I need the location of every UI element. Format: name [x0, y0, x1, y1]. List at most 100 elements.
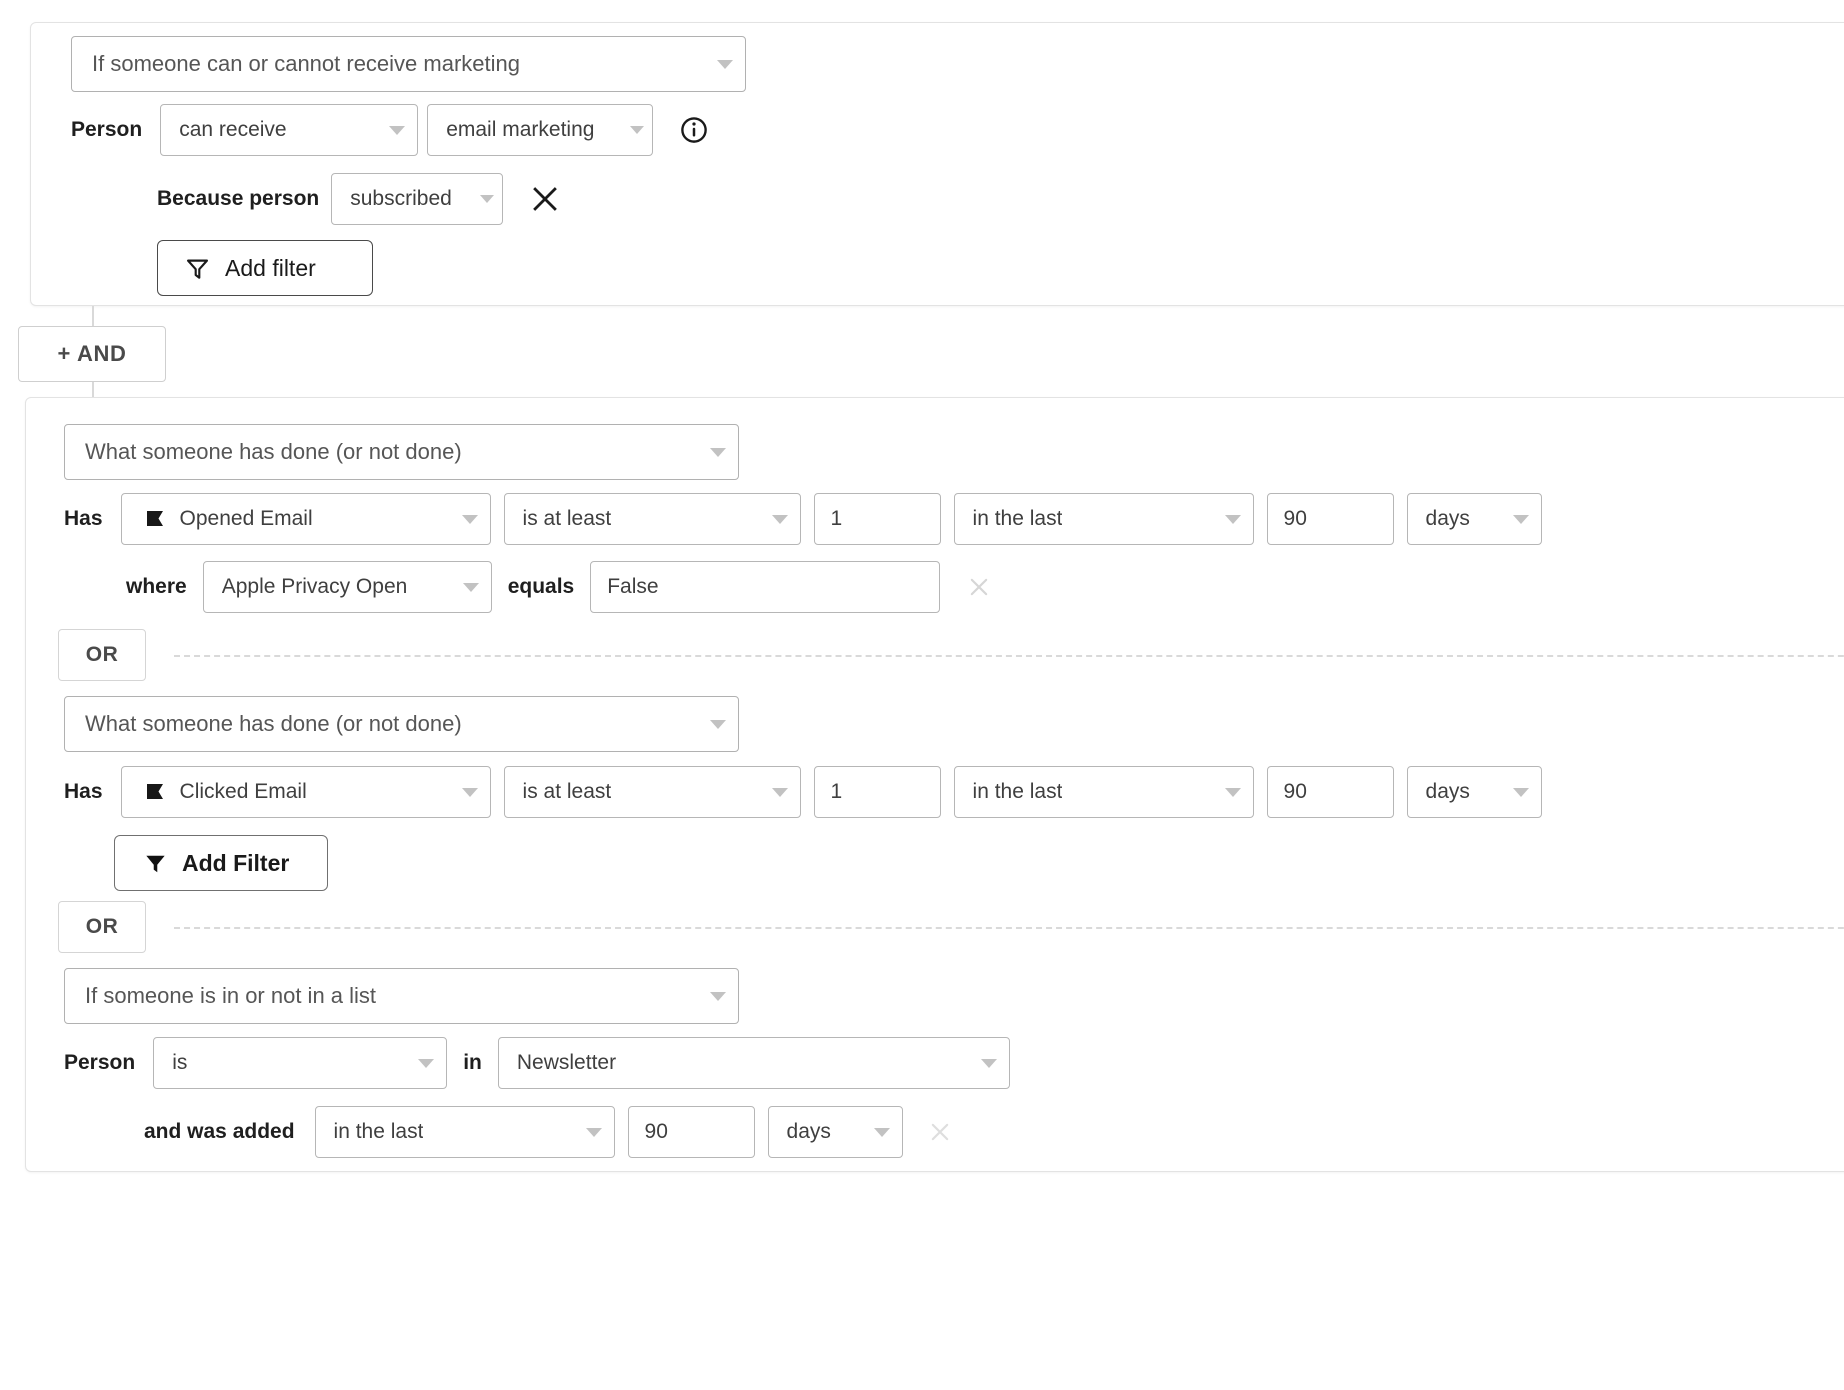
close-x-icon[interactable]: [966, 574, 992, 600]
timeframe-value-1: in the last: [973, 507, 1063, 531]
duration-input-2[interactable]: 90: [1267, 766, 1394, 818]
chevron-down-icon: [710, 448, 726, 457]
membership-value: is: [172, 1051, 187, 1075]
added-timeframe-value: in the last: [334, 1120, 424, 1144]
or-label-2: OR: [86, 915, 119, 939]
chevron-down-icon: [874, 1128, 890, 1137]
operator-select-1[interactable]: is at least: [504, 493, 801, 545]
condition-type-value-4: If someone is in or not in a list: [85, 983, 376, 1009]
reason-row: Because person subscribed: [157, 173, 561, 225]
list-name-value: Newsletter: [517, 1051, 616, 1075]
info-circle-icon[interactable]: [679, 115, 709, 145]
chevron-down-icon: [1225, 788, 1241, 797]
condition-type-select-1[interactable]: If someone can or cannot receive marketi…: [71, 36, 746, 92]
add-and-group-button[interactable]: + AND: [18, 326, 166, 382]
property-filter-row-1: where Apple Privacy Open equals False: [126, 561, 992, 613]
condition-type-select-2[interactable]: What someone has done (or not done): [64, 424, 739, 480]
chevron-down-icon: [772, 788, 788, 797]
reason-value: subscribed: [350, 187, 452, 211]
condition-type-value-3: What someone has done (or not done): [85, 711, 462, 737]
flag-metric-icon: [144, 781, 166, 803]
count-input-1[interactable]: 1: [814, 493, 941, 545]
flag-metric-icon: [144, 508, 166, 530]
chevron-down-icon: [1513, 515, 1529, 524]
unit-select-2[interactable]: days: [1407, 766, 1542, 818]
timeframe-select-1[interactable]: in the last: [954, 493, 1254, 545]
and-was-added-label: and was added: [144, 1120, 295, 1144]
person-label: Person: [71, 118, 142, 142]
added-timeframe-row: and was added in the last 90 days: [144, 1106, 953, 1158]
unit-value-2: days: [1426, 780, 1470, 804]
has-label-1: Has: [64, 507, 103, 531]
person-label-2: Person: [64, 1051, 135, 1075]
property-value-input[interactable]: False: [590, 561, 940, 613]
connector-line-top: [92, 306, 94, 326]
reason-select[interactable]: subscribed: [331, 173, 503, 225]
because-person-label: Because person: [157, 187, 319, 211]
chevron-down-icon: [710, 720, 726, 729]
condition-type-value-1: If someone can or cannot receive marketi…: [92, 51, 520, 77]
or-separator-button-2[interactable]: OR: [58, 901, 146, 953]
added-timeframe-select[interactable]: in the last: [315, 1106, 615, 1158]
added-duration-value: 90: [645, 1120, 668, 1144]
metric-select-2[interactable]: Clicked Email: [121, 766, 491, 818]
chevron-down-icon: [462, 515, 478, 524]
channel-select[interactable]: email marketing: [427, 104, 653, 156]
condition-type-value-2: What someone has done (or not done): [85, 439, 462, 465]
close-x-icon[interactable]: [927, 1119, 953, 1145]
chevron-down-icon: [1225, 515, 1241, 524]
metric-value-1: Opened Email: [180, 507, 313, 531]
or-separator-button-1[interactable]: OR: [58, 629, 146, 681]
operator-select-2[interactable]: is at least: [504, 766, 801, 818]
permission-select[interactable]: can receive: [160, 104, 418, 156]
permission-value: can receive: [179, 118, 286, 142]
count-value-2: 1: [831, 780, 843, 804]
chevron-down-icon: [710, 992, 726, 1001]
metric-value-2: Clicked Email: [180, 780, 307, 804]
add-filter-label-1: Add filter: [225, 255, 316, 282]
property-select[interactable]: Apple Privacy Open: [203, 561, 492, 613]
metric-row-clicked-email: Has Clicked Email is at least 1: [64, 766, 1542, 818]
membership-select[interactable]: is: [153, 1037, 447, 1089]
has-label-2: Has: [64, 780, 103, 804]
add-filter-label-2: Add Filter: [182, 850, 289, 877]
metric-select-1[interactable]: Opened Email: [121, 493, 491, 545]
metric-row-opened-email: Has Opened Email is at least 1: [64, 493, 1542, 545]
unit-value-1: days: [1426, 507, 1470, 531]
list-membership-row: Person is in Newsletter: [64, 1037, 1010, 1089]
condition-type-select-4[interactable]: If someone is in or not in a list: [64, 968, 739, 1024]
channel-value: email marketing: [446, 118, 594, 142]
added-unit-select[interactable]: days: [768, 1106, 903, 1158]
chevron-down-icon: [1513, 788, 1529, 797]
condition-group-card-2: What someone has done (or not done) Has …: [25, 397, 1844, 1172]
unit-select-1[interactable]: days: [1407, 493, 1542, 545]
added-unit-value: days: [787, 1120, 831, 1144]
duration-value-1: 90: [1284, 507, 1307, 531]
condition-group-card-1: If someone can or cannot receive marketi…: [30, 22, 1844, 306]
chevron-down-icon: [630, 126, 644, 134]
list-select[interactable]: Newsletter: [498, 1037, 1010, 1089]
funnel-icon: [143, 851, 168, 876]
added-duration-input[interactable]: 90: [628, 1106, 755, 1158]
segment-builder-canvas: If someone can or cannot receive marketi…: [0, 0, 1844, 1390]
condition-type-select-3[interactable]: What someone has done (or not done): [64, 696, 739, 752]
add-filter-button-1[interactable]: Add filter: [157, 240, 373, 296]
chevron-down-icon: [772, 515, 788, 524]
chevron-down-icon: [586, 1128, 602, 1137]
or-divider-1: [174, 655, 1844, 657]
duration-input-1[interactable]: 90: [1267, 493, 1394, 545]
operator-value-2: is at least: [523, 780, 612, 804]
chevron-down-icon: [418, 1059, 434, 1068]
close-x-icon[interactable]: [529, 183, 561, 215]
property-value-text: False: [607, 575, 658, 599]
timeframe-select-2[interactable]: in the last: [954, 766, 1254, 818]
chevron-down-icon: [981, 1059, 997, 1068]
property-value: Apple Privacy Open: [222, 575, 408, 599]
add-filter-button-2[interactable]: Add Filter: [114, 835, 328, 891]
count-input-2[interactable]: 1: [814, 766, 941, 818]
chevron-down-icon: [717, 60, 733, 69]
plus-icon: +: [58, 341, 71, 367]
where-label: where: [126, 575, 187, 599]
chevron-down-icon: [389, 126, 405, 135]
equals-label: equals: [508, 575, 575, 599]
